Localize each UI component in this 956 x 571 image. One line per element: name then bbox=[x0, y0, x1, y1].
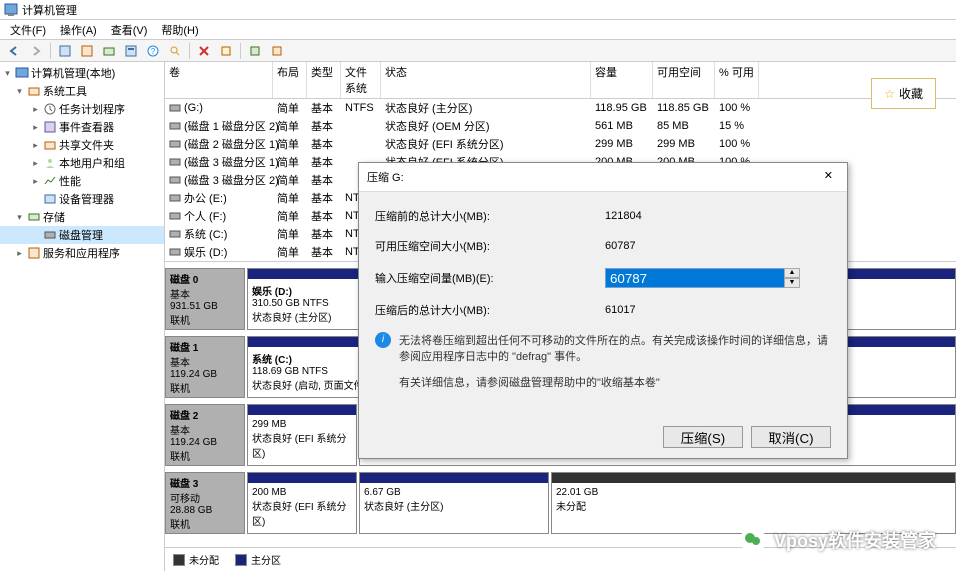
window-title: 计算机管理 bbox=[22, 2, 77, 18]
toolbar-btn-3[interactable] bbox=[99, 42, 119, 60]
disk-3-part-2[interactable]: 22.01 GB未分配 bbox=[551, 472, 956, 534]
menu-help[interactable]: 帮助(H) bbox=[155, 20, 204, 40]
info-1: i 无法将卷压缩到超出任何不可移动的文件所在的点。有关完成该操作时间的详细信息，… bbox=[375, 332, 831, 364]
menu-file[interactable]: 文件(F) bbox=[4, 20, 52, 40]
tree-device-mgr[interactable]: 设备管理器 bbox=[0, 190, 164, 208]
search-icon[interactable] bbox=[165, 42, 185, 60]
tree-task-scheduler[interactable]: ▸任务计划程序 bbox=[0, 100, 164, 118]
after-value: 61017 bbox=[605, 304, 805, 316]
tree-performance[interactable]: ▸性能 bbox=[0, 172, 164, 190]
menu-view[interactable]: 查看(V) bbox=[105, 20, 154, 40]
spinner-down[interactable]: ▼ bbox=[784, 278, 800, 288]
toolbar-btn-2[interactable] bbox=[77, 42, 97, 60]
col-fs[interactable]: 文件系统 bbox=[341, 62, 381, 98]
toolbar-btn-4[interactable] bbox=[121, 42, 141, 60]
spinner-up[interactable]: ▲ bbox=[784, 268, 800, 278]
col-type[interactable]: 类型 bbox=[307, 62, 341, 98]
disk-3: 磁盘 3 可移动 28.88 GB 联机 200 MB状态良好 (EFI 系统分… bbox=[165, 472, 956, 534]
tree-root[interactable]: ▾计算机管理(本地) bbox=[0, 64, 164, 82]
tree-sys-tools[interactable]: ▾系统工具 bbox=[0, 82, 164, 100]
volume-header: 卷 布局 类型 文件系统 状态 容量 可用空间 % 可用 bbox=[165, 62, 956, 99]
svg-text:?: ? bbox=[151, 47, 156, 56]
disk-3-label[interactable]: 磁盘 3 可移动 28.88 GB 联机 bbox=[165, 472, 245, 534]
legend-unalloc-swatch bbox=[173, 554, 185, 566]
legend-primary-swatch bbox=[235, 554, 247, 566]
info-2: 有关详细信息，请参阅磁盘管理帮助中的"收缩基本卷" bbox=[399, 374, 831, 390]
back-button[interactable] bbox=[4, 42, 24, 60]
toolbar-btn-1[interactable] bbox=[55, 42, 75, 60]
avail-label: 可用压缩空间大小(MB): bbox=[375, 238, 605, 254]
tree-event-viewer[interactable]: ▸事件查看器 bbox=[0, 118, 164, 136]
dialog-title-text: 压缩 G: bbox=[367, 169, 404, 185]
forward-button[interactable] bbox=[26, 42, 46, 60]
col-status[interactable]: 状态 bbox=[381, 62, 591, 98]
shrink-amount-input[interactable] bbox=[605, 268, 785, 288]
disk-2-part-0[interactable]: 299 MB状态良好 (EFI 系统分区) bbox=[247, 404, 357, 466]
watermark: Vposy软件安装管家 bbox=[740, 527, 936, 553]
toolbar-btn-7[interactable] bbox=[267, 42, 287, 60]
col-pct[interactable]: % 可用 bbox=[715, 62, 759, 98]
menubar: 文件(F) 操作(A) 查看(V) 帮助(H) bbox=[0, 20, 956, 40]
tree-storage[interactable]: ▾存储 bbox=[0, 208, 164, 226]
toolbar: ? bbox=[0, 40, 956, 62]
app-icon bbox=[4, 3, 18, 17]
favorite-button[interactable]: ☆ 收藏 bbox=[871, 78, 936, 109]
help-icon[interactable]: ? bbox=[143, 42, 163, 60]
close-icon[interactable]: ✕ bbox=[818, 169, 839, 185]
disk-2-label[interactable]: 磁盘 2 基本 119.24 GB 联机 bbox=[165, 404, 245, 466]
col-volume[interactable]: 卷 bbox=[165, 62, 273, 98]
shrink-button[interactable]: 压缩(S) bbox=[663, 426, 743, 448]
disk-3-part-0[interactable]: 200 MB状态良好 (EFI 系统分区) bbox=[247, 472, 357, 534]
titlebar: 计算机管理 bbox=[0, 0, 956, 20]
dialog-titlebar: 压缩 G: ✕ bbox=[359, 163, 847, 192]
toolbar-btn-5[interactable] bbox=[216, 42, 236, 60]
nav-tree: ▾计算机管理(本地) ▾系统工具 ▸任务计划程序 ▸事件查看器 ▸共享文件夹 ▸… bbox=[0, 62, 165, 571]
input-label: 输入压缩空间量(MB)(E): bbox=[375, 270, 605, 286]
volume-row[interactable]: (G:)简单基本NTFS状态良好 (主分区)118.95 GB118.85 GB… bbox=[165, 99, 956, 117]
menu-action[interactable]: 操作(A) bbox=[54, 20, 103, 40]
tree-shared-folders[interactable]: ▸共享文件夹 bbox=[0, 136, 164, 154]
wechat-icon bbox=[740, 527, 766, 553]
after-label: 压缩后的总计大小(MB): bbox=[375, 302, 605, 318]
shrink-dialog: 压缩 G: ✕ 压缩前的总计大小(MB): 121804 可用压缩空间大小(MB… bbox=[358, 162, 848, 459]
toolbar-btn-6[interactable] bbox=[245, 42, 265, 60]
before-size-value: 121804 bbox=[605, 210, 805, 222]
before-size-label: 压缩前的总计大小(MB): bbox=[375, 208, 605, 224]
tree-disk-mgmt[interactable]: 磁盘管理 bbox=[0, 226, 164, 244]
volume-row[interactable]: (磁盘 2 磁盘分区 1)简单基本状态良好 (EFI 系统分区)299 MB29… bbox=[165, 135, 956, 153]
star-icon: ☆ bbox=[884, 87, 895, 101]
tree-services[interactable]: ▸服务和应用程序 bbox=[0, 244, 164, 262]
col-free[interactable]: 可用空间 bbox=[653, 62, 715, 98]
col-capacity[interactable]: 容量 bbox=[591, 62, 653, 98]
info-icon: i bbox=[375, 332, 391, 348]
spinner: ▲ ▼ bbox=[784, 268, 800, 288]
disk-3-part-1[interactable]: 6.67 GB状态良好 (主分区) bbox=[359, 472, 549, 534]
tree-local-users[interactable]: ▸本地用户和组 bbox=[0, 154, 164, 172]
avail-value: 60787 bbox=[605, 240, 805, 252]
col-layout[interactable]: 布局 bbox=[273, 62, 307, 98]
delete-icon[interactable] bbox=[194, 42, 214, 60]
disk-0-label[interactable]: 磁盘 0 基本 931.51 GB 联机 bbox=[165, 268, 245, 330]
disk-1-label[interactable]: 磁盘 1 基本 119.24 GB 联机 bbox=[165, 336, 245, 398]
cancel-button[interactable]: 取消(C) bbox=[751, 426, 831, 448]
volume-row[interactable]: (磁盘 1 磁盘分区 2)简单基本状态良好 (OEM 分区)561 MB85 M… bbox=[165, 117, 956, 135]
